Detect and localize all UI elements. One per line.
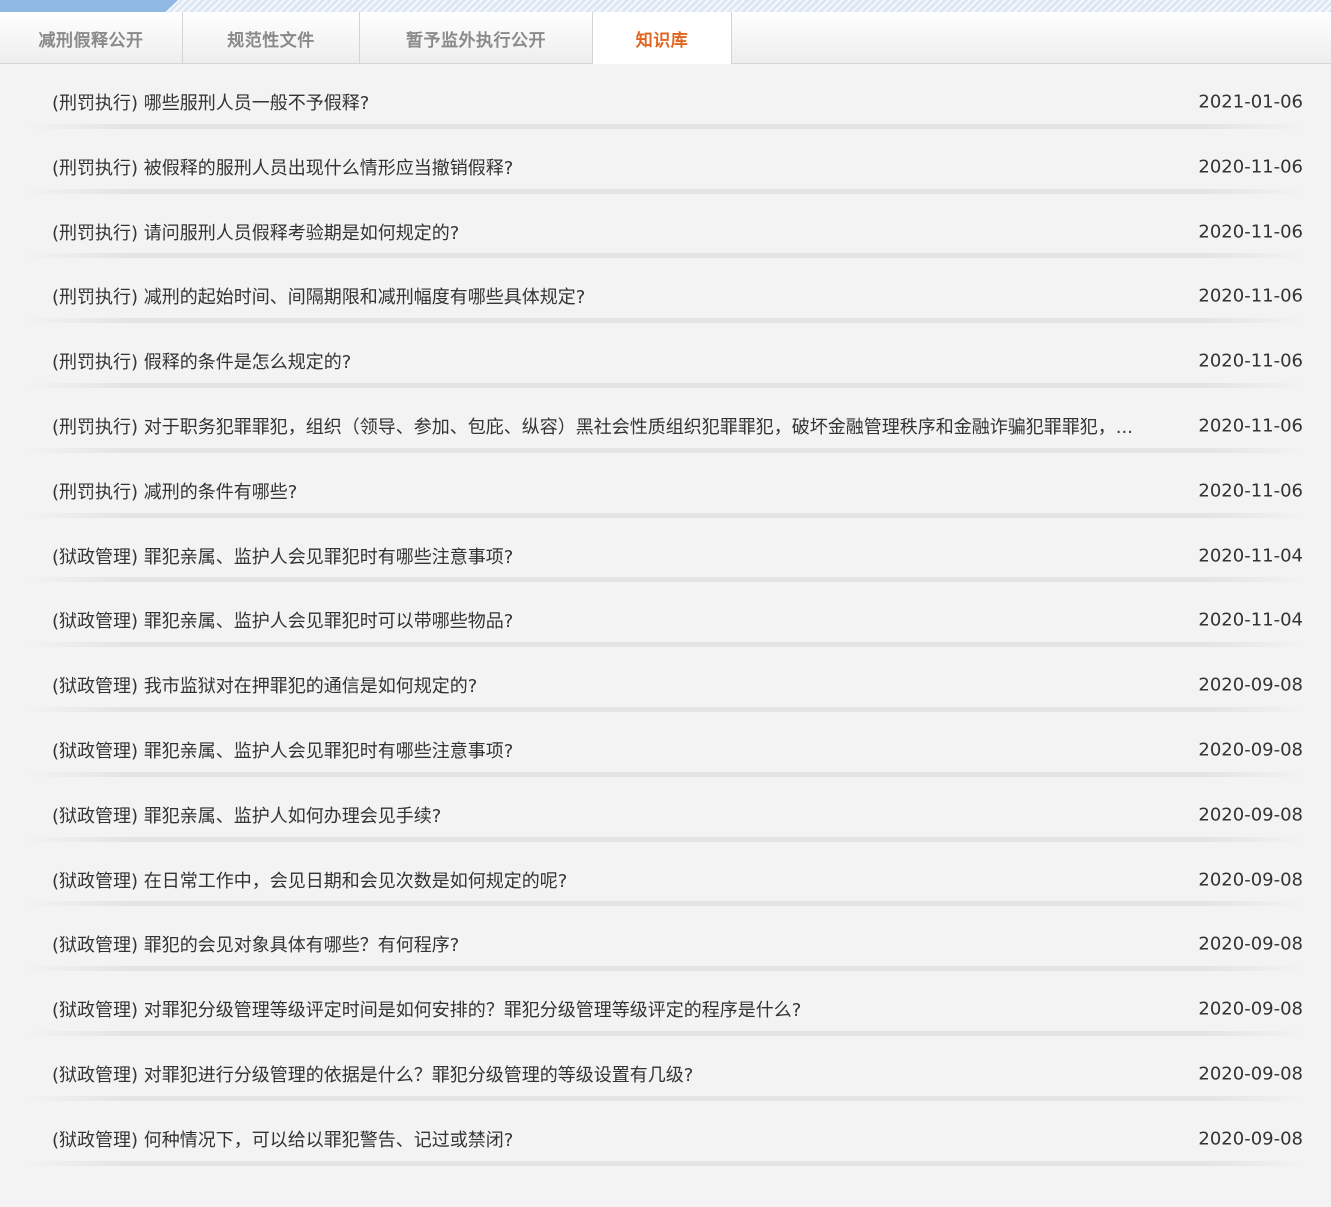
list-item-date: 2020-11-06 xyxy=(1198,480,1303,502)
list-item-title-link[interactable]: (刑罚执行) 哪些服刑人员一般不予假释? xyxy=(52,89,1188,115)
list-item-date: 2020-11-06 xyxy=(1198,415,1303,437)
list-item-title-link[interactable]: (狱政管理) 对罪犯分级管理等级评定时间是如何安排的？罪犯分级管理等级评定的程序… xyxy=(52,996,1188,1022)
top-decorative-strip xyxy=(0,0,1331,12)
list-item-title-link[interactable]: (刑罚执行) 假释的条件是怎么规定的? xyxy=(52,348,1188,374)
page: 减刑假释公开 规范性文件 暂予监外执行公开 知识库 (刑罚执行) 哪些服刑人员一… xyxy=(0,0,1331,1207)
list-item: (刑罚执行) 被假释的服刑人员出现什么情形应当撤销假释? 2020-11-06 xyxy=(0,129,1331,194)
list-item: (狱政管理) 对罪犯分级管理等级评定时间是如何安排的？罪犯分级管理等级评定的程序… xyxy=(0,971,1331,1036)
list-item-date: 2020-11-06 xyxy=(1198,285,1303,307)
list-item-date: 2020-11-06 xyxy=(1198,156,1303,178)
list-item-title-link[interactable]: (刑罚执行) 减刑的起始时间、间隔期限和减刑幅度有哪些具体规定? xyxy=(52,283,1188,309)
list-item: (狱政管理) 罪犯亲属、监护人如何办理会见手续? 2020-09-08 xyxy=(0,777,1331,842)
list-item-title-link[interactable]: (刑罚执行) 被假释的服刑人员出现什么情形应当撤销假释? xyxy=(52,154,1188,180)
list-item-date: 2020-09-08 xyxy=(1198,674,1303,696)
list-item: (狱政管理) 罪犯亲属、监护人会见罪犯时有哪些注意事项? 2020-11-04 xyxy=(0,518,1331,583)
list-item: (狱政管理) 何种情况下，可以给以罪犯警告、记过或禁闭? 2020-09-08 xyxy=(0,1101,1331,1166)
list-item-date: 2020-09-08 xyxy=(1198,1128,1303,1150)
list-item-title-link[interactable]: (刑罚执行) 请问服刑人员假释考验期是如何规定的? xyxy=(52,219,1188,245)
list-item-date: 2020-11-06 xyxy=(1198,221,1303,243)
tab-knowledge-base[interactable]: 知识库 xyxy=(592,12,732,64)
list-item-title-link[interactable]: (狱政管理) 罪犯亲属、监护人会见罪犯时有哪些注意事项? xyxy=(52,543,1188,569)
list-item-date: 2020-09-08 xyxy=(1198,933,1303,955)
list-item: (狱政管理) 在日常工作中，会见日期和会见次数是如何规定的呢? 2020-09-0… xyxy=(0,842,1331,907)
list-item: (刑罚执行) 对于职务犯罪罪犯，组织（领导、参加、包庇、纵容）黑社会性质组织犯罪… xyxy=(0,388,1331,453)
list-item: (狱政管理) 罪犯亲属、监护人会见罪犯时有哪些注意事项? 2020-09-08 xyxy=(0,712,1331,777)
list-item-date: 2020-11-04 xyxy=(1198,545,1303,567)
list-item-date: 2020-11-04 xyxy=(1198,609,1303,631)
list-item-date: 2020-09-08 xyxy=(1198,1063,1303,1085)
knowledge-list: (刑罚执行) 哪些服刑人员一般不予假释? 2021-01-06 (刑罚执行) 被假… xyxy=(0,64,1331,1166)
tab-temporary-execution-outside-prison[interactable]: 暂予监外执行公开 xyxy=(360,12,593,64)
tab-bar: 减刑假释公开 规范性文件 暂予监外执行公开 知识库 xyxy=(0,12,1331,64)
list-item: (刑罚执行) 哪些服刑人员一般不予假释? 2021-01-06 xyxy=(0,64,1331,129)
list-item: (刑罚执行) 假释的条件是怎么规定的? 2020-11-06 xyxy=(0,323,1331,388)
list-item: (狱政管理) 我市监狱对在押罪犯的通信是如何规定的? 2020-09-08 xyxy=(0,647,1331,712)
list-item-date: 2021-01-06 xyxy=(1198,91,1303,113)
list-item-title-link[interactable]: (狱政管理) 罪犯亲属、监护人会见罪犯时有哪些注意事项? xyxy=(52,737,1188,763)
list-item-date: 2020-09-08 xyxy=(1198,869,1303,891)
list-item: (刑罚执行) 请问服刑人员假释考验期是如何规定的? 2020-11-06 xyxy=(0,194,1331,259)
list-item-date: 2020-09-08 xyxy=(1198,998,1303,1020)
list-item-title-link[interactable]: (狱政管理) 对罪犯进行分级管理的依据是什么？罪犯分级管理的等级设置有几级? xyxy=(52,1061,1188,1087)
list-item: (狱政管理) 罪犯亲属、监护人会见罪犯时可以带哪些物品? 2020-11-04 xyxy=(0,582,1331,647)
list-item-date: 2020-09-08 xyxy=(1198,739,1303,761)
list-item-title-link[interactable]: (刑罚执行) 对于职务犯罪罪犯，组织（领导、参加、包庇、纵容）黑社会性质组织犯罪… xyxy=(52,413,1188,439)
tab-normative-documents[interactable]: 规范性文件 xyxy=(183,12,360,64)
list-item-title-link[interactable]: (刑罚执行) 减刑的条件有哪些? xyxy=(52,478,1188,504)
section-title-banner xyxy=(0,0,178,12)
list-item: (狱政管理) 对罪犯进行分级管理的依据是什么？罪犯分级管理的等级设置有几级? 20… xyxy=(0,1036,1331,1101)
list-item-title-link[interactable]: (狱政管理) 我市监狱对在押罪犯的通信是如何规定的? xyxy=(52,672,1188,698)
list-item: (刑罚执行) 减刑的起始时间、间隔期限和减刑幅度有哪些具体规定? 2020-11-… xyxy=(0,258,1331,323)
list-item-date: 2020-11-06 xyxy=(1198,350,1303,372)
tab-commutation-parole[interactable]: 减刑假释公开 xyxy=(0,12,183,64)
list-item-title-link[interactable]: (狱政管理) 何种情况下，可以给以罪犯警告、记过或禁闭? xyxy=(52,1126,1188,1152)
list-item-date: 2020-09-08 xyxy=(1198,804,1303,826)
list-item: (刑罚执行) 减刑的条件有哪些? 2020-11-06 xyxy=(0,453,1331,518)
list-item-title-link[interactable]: (狱政管理) 罪犯亲属、监护人如何办理会见手续? xyxy=(52,802,1188,828)
list-item-title-link[interactable]: (狱政管理) 罪犯亲属、监护人会见罪犯时可以带哪些物品? xyxy=(52,607,1188,633)
list-item-title-link[interactable]: (狱政管理) 在日常工作中，会见日期和会见次数是如何规定的呢? xyxy=(52,867,1188,893)
list-item: (狱政管理) 罪犯的会见对象具体有哪些？有何程序? 2020-09-08 xyxy=(0,906,1331,971)
list-item-title-link[interactable]: (狱政管理) 罪犯的会见对象具体有哪些？有何程序? xyxy=(52,931,1188,957)
